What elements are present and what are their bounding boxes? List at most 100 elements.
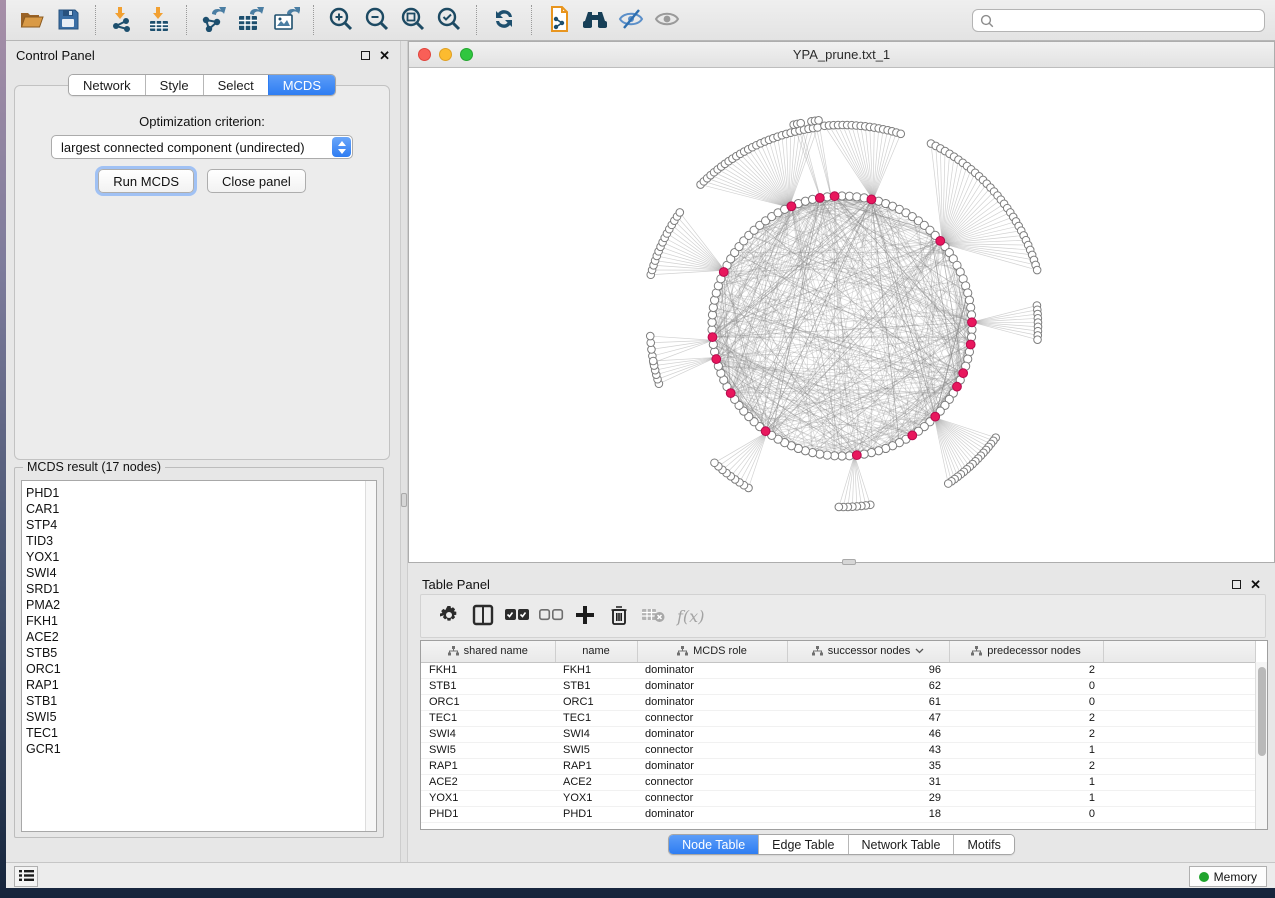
result-item[interactable]: RAP1 [26, 677, 376, 693]
horizontal-splitter[interactable] [408, 563, 1275, 570]
result-item[interactable]: SRD1 [26, 581, 376, 597]
result-item[interactable]: STP4 [26, 517, 376, 533]
search-input[interactable] [994, 10, 1264, 31]
result-list-scrollbar[interactable] [365, 481, 376, 831]
show-eye-button[interactable] [652, 5, 682, 35]
graph-hub-node[interactable] [959, 369, 968, 378]
show-columns-button[interactable] [469, 602, 497, 630]
zoom-in-button[interactable] [326, 5, 356, 35]
graph-node[interactable] [797, 119, 805, 127]
result-item[interactable]: PHD1 [26, 485, 376, 501]
result-item[interactable]: PMA2 [26, 597, 376, 613]
table-row[interactable]: ORC1ORC1dominator610 [421, 694, 1255, 710]
graph-hub-node[interactable] [787, 202, 796, 211]
graph-hub-node[interactable] [761, 427, 770, 436]
splitter-grip[interactable] [401, 493, 407, 507]
result-item[interactable]: ACE2 [26, 629, 376, 645]
column-header-shared-name[interactable]: shared name [421, 641, 555, 662]
result-item[interactable]: ORC1 [26, 661, 376, 677]
tab-node-table[interactable]: Node Table [669, 835, 758, 854]
result-item[interactable]: SWI5 [26, 709, 376, 725]
graph-hub-node[interactable] [815, 194, 824, 203]
tab-motifs[interactable]: Motifs [953, 835, 1013, 854]
network-document-button[interactable] [544, 5, 574, 35]
import-table-button[interactable] [144, 5, 174, 35]
table-row[interactable]: PHD1PHD1dominator180 [421, 806, 1255, 822]
graph-node[interactable] [1033, 266, 1041, 274]
tab-style[interactable]: Style [145, 75, 203, 95]
table-settings-button[interactable] [435, 602, 463, 630]
graph-node[interactable] [646, 332, 654, 340]
graph-node[interactable] [1034, 336, 1042, 344]
result-item[interactable]: STB5 [26, 645, 376, 661]
tab-mcds[interactable]: MCDS [268, 75, 335, 95]
minimize-traffic-light[interactable] [439, 48, 452, 61]
close-icon[interactable]: ✕ [379, 49, 390, 62]
zoom-selected-button[interactable] [434, 5, 464, 35]
zoom-out-button[interactable] [362, 5, 392, 35]
network-canvas[interactable] [409, 68, 1274, 562]
maximize-traffic-light[interactable] [460, 48, 473, 61]
result-item[interactable]: TEC1 [26, 725, 376, 741]
graph-hub-node[interactable] [726, 389, 735, 398]
refresh-button[interactable] [489, 5, 519, 35]
graph-node[interactable] [676, 209, 684, 217]
graph-node[interactable] [944, 480, 952, 488]
result-item[interactable]: TID3 [26, 533, 376, 549]
table-row[interactable]: FKH1FKH1dominator962 [421, 662, 1255, 678]
column-header-successor-nodes[interactable]: successor nodes [787, 641, 949, 662]
open-file-button[interactable] [17, 5, 47, 35]
column-header-name[interactable]: name [555, 641, 637, 662]
table-scrollbar-thumb[interactable] [1258, 667, 1266, 756]
graph-hub-node[interactable] [708, 333, 717, 342]
graph-hub-node[interactable] [830, 192, 839, 201]
search-field[interactable] [972, 9, 1265, 32]
import-network-button[interactable] [108, 5, 138, 35]
result-item[interactable]: SWI4 [26, 565, 376, 581]
graph-hub-node[interactable] [712, 355, 721, 364]
graph-node[interactable] [649, 357, 657, 365]
result-item[interactable]: STB1 [26, 693, 376, 709]
memory-button[interactable]: Memory [1189, 866, 1267, 887]
result-item[interactable]: YOX1 [26, 549, 376, 565]
graph-node[interactable] [816, 450, 824, 458]
export-network-button[interactable] [199, 5, 229, 35]
task-history-button[interactable] [14, 866, 38, 887]
hide-glasses-button[interactable] [616, 5, 646, 35]
save-button[interactable] [53, 5, 83, 35]
close-panel-button[interactable]: Close panel [207, 169, 306, 193]
add-column-button[interactable] [571, 602, 599, 630]
close-icon[interactable]: ✕ [1250, 578, 1261, 591]
close-traffic-light[interactable] [418, 48, 431, 61]
table-row[interactable]: SWI4SWI4dominator462 [421, 726, 1255, 742]
graph-node[interactable] [853, 193, 861, 201]
column-header-MCDS-role[interactable]: MCDS role [637, 641, 787, 662]
graph-node[interactable] [965, 296, 973, 304]
table-scrollbar[interactable] [1255, 662, 1267, 829]
export-table-button[interactable] [235, 5, 265, 35]
graph-node[interactable] [835, 503, 843, 511]
result-item[interactable]: GCR1 [26, 741, 376, 757]
mcds-result-list[interactable]: PHD1CAR1STP4TID3YOX1SWI4SRD1PMA2FKH1ACE2… [21, 480, 377, 832]
result-item[interactable]: CAR1 [26, 501, 376, 517]
graph-hub-node[interactable] [936, 236, 945, 245]
column-menu-icon[interactable] [915, 648, 924, 654]
table-row[interactable]: YOX1YOX1connector291 [421, 790, 1255, 806]
graph-hub-node[interactable] [719, 268, 728, 277]
vertical-splitter[interactable] [400, 41, 408, 862]
binoculars-button[interactable] [580, 5, 610, 35]
graph-hub-node[interactable] [968, 318, 977, 327]
float-icon[interactable] [361, 51, 370, 60]
table-row[interactable]: RAP1RAP1dominator352 [421, 758, 1255, 774]
run-mcds-button[interactable]: Run MCDS [98, 169, 194, 193]
tab-edge-table[interactable]: Edge Table [758, 835, 847, 854]
table-row[interactable]: SWI5SWI5connector431 [421, 742, 1255, 758]
deselect-all-button[interactable] [537, 602, 565, 630]
delete-table-button[interactable] [639, 602, 667, 630]
result-item[interactable]: FKH1 [26, 613, 376, 629]
criterion-dropdown[interactable]: largest connected component (undirected) [51, 135, 353, 159]
delete-column-button[interactable] [605, 602, 633, 630]
graph-node[interactable] [897, 130, 905, 138]
graph-node[interactable] [867, 449, 875, 457]
tab-network[interactable]: Network [69, 75, 145, 95]
